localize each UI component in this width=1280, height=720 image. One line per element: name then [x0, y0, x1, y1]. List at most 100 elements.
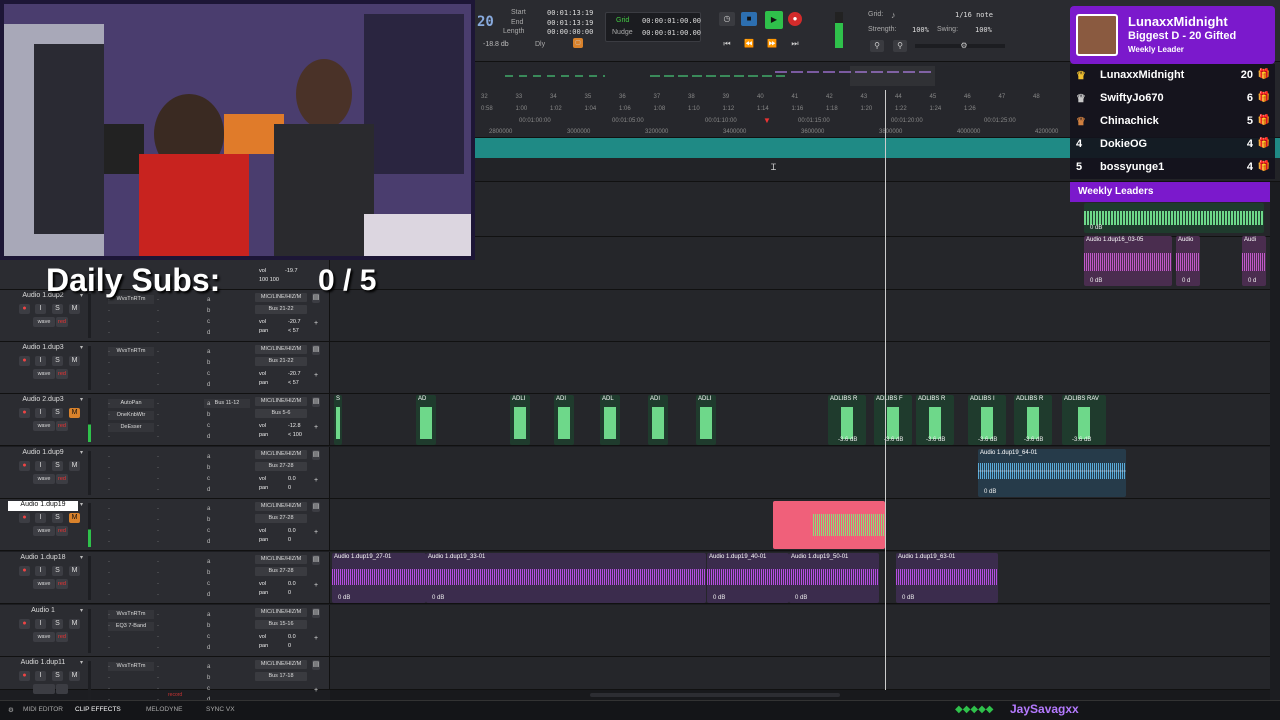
pan-value[interactable]: 0 — [288, 643, 291, 649]
add-lane-icon[interactable]: + — [312, 634, 320, 644]
partial-pan-value[interactable]: 100 100 — [259, 277, 279, 283]
fast-forward-icon[interactable]: ⏩ — [764, 37, 780, 51]
solo-button[interactable]: S — [52, 304, 63, 314]
view-selector[interactable]: wave — [33, 632, 55, 642]
clip-purple[interactable]: Audio 1.dup19_40-01 0 dB — [707, 553, 789, 603]
automation-icon[interactable]: ▤ — [312, 608, 320, 618]
strength-value[interactable]: 100% — [912, 26, 929, 34]
clip-adlib[interactable]: ADLIBS R -3.6 dB — [916, 395, 954, 445]
clip-adlib[interactable]: ADL — [600, 395, 620, 445]
scroll-thumb[interactable] — [590, 693, 840, 697]
grid-value[interactable]: 00:00:01:00.00 — [642, 17, 701, 25]
clip-adlib[interactable]: ADI — [554, 395, 574, 445]
pan-value[interactable]: < 100 — [288, 432, 302, 438]
track-name[interactable]: Audio 1.dup18 — [8, 554, 78, 564]
input-selector[interactable]: MIC/LINE/HIZ/M — [255, 293, 307, 302]
clip-purple[interactable]: Audio 1.dup19_33-01 0 dB — [426, 553, 706, 603]
pan-value[interactable]: < 57 — [288, 380, 299, 386]
track-name[interactable]: Audio 1 — [8, 607, 78, 617]
input-monitor-button[interactable]: I — [35, 513, 46, 523]
track-name[interactable]: Audio 2.dup3 — [8, 396, 78, 406]
length-value[interactable]: 00:00:00:00 — [547, 28, 593, 36]
input-monitor-button[interactable]: I — [35, 408, 46, 418]
pan-value[interactable]: 0 — [288, 537, 291, 543]
output-selector[interactable]: Bus 21-22 — [255, 357, 307, 366]
solo-button[interactable]: S — [52, 566, 63, 576]
loop-icon[interactable]: ▢ — [573, 38, 583, 48]
insert-slot[interactable]: DeEsser — [108, 423, 154, 432]
output-selector[interactable]: Bus 27-28 — [255, 514, 307, 523]
input-monitor-button[interactable]: I — [35, 671, 46, 681]
automation-icon[interactable]: ▤ — [312, 450, 320, 460]
input-selector[interactable]: MIC/LINE/HIZ/M — [255, 608, 307, 617]
start-value[interactable]: 00:01:13:19 — [547, 9, 593, 17]
view-selector[interactable]: wave — [33, 369, 55, 379]
record-enable-button[interactable]: ● — [19, 356, 30, 366]
main-counter[interactable]: 20 — [477, 14, 494, 30]
clip-top-right-pink-3[interactable]: Audi 0 d — [1242, 236, 1266, 286]
automation-icon[interactable]: ▤ — [312, 660, 320, 670]
clip-adlib[interactable]: ADLI — [696, 395, 716, 445]
clip-top-right-pink-2[interactable]: Audio 0 d — [1176, 236, 1200, 286]
clip-purple[interactable]: Audio 1.dup19_63-01 0 dB — [896, 553, 998, 603]
zoom-in-icon[interactable]: ⚲ — [870, 40, 884, 52]
bottom-gear-icon[interactable]: ⚙ — [8, 706, 14, 714]
partial-vol-value[interactable]: -19.7 — [285, 268, 298, 274]
mute-button[interactable]: M — [69, 408, 80, 418]
rewind-icon[interactable]: ⏪ — [741, 37, 757, 51]
add-lane-icon[interactable]: + — [312, 423, 320, 433]
mute-button[interactable]: M — [69, 566, 80, 576]
clip-adlib[interactable]: ADLIBS RAV -3.6 dB — [1062, 395, 1106, 445]
input-selector[interactable]: MIC/LINE/HIZ/M — [255, 502, 307, 511]
insert-slot[interactable]: AutoPan — [108, 399, 154, 408]
add-lane-icon[interactable]: + — [312, 528, 320, 538]
view-selector[interactable]: wave — [33, 317, 55, 327]
input-selector[interactable]: MIC/LINE/HIZ/M — [255, 450, 307, 459]
clip-blue[interactable]: Audio 1.dup19_64-01 0 dB — [978, 449, 1126, 497]
tab-clip-effects[interactable]: CLIP EFFECTS — [75, 706, 121, 713]
record-enable-button[interactable]: ● — [19, 408, 30, 418]
input-selector[interactable]: MIC/LINE/HIZ/M — [255, 660, 307, 669]
swing-value[interactable]: 100% — [975, 26, 992, 34]
tab-midi-editor[interactable]: MIDI EDITOR — [23, 706, 63, 713]
input-selector[interactable]: MIC/LINE/HIZ/M — [255, 345, 307, 354]
solo-button[interactable]: S — [52, 408, 63, 418]
zoom-out-icon[interactable]: ⚲ — [893, 40, 907, 52]
mute-button[interactable]: M — [69, 513, 80, 523]
mute-button[interactable]: M — [69, 304, 80, 314]
clip-adlib[interactable]: S — [334, 395, 342, 445]
clip-purple[interactable]: Audio 1.dup19_50-01 0 dB — [789, 553, 879, 603]
insert-slot[interactable]: WvsTnRTm — [108, 610, 154, 619]
volume-value[interactable]: 0.0 — [288, 528, 296, 534]
add-lane-icon[interactable]: + — [312, 581, 320, 591]
input-monitor-button[interactable]: I — [35, 356, 46, 366]
clip-top-right-pink-1[interactable]: Audio 1.dup16_03-05 0 dB — [1084, 236, 1172, 286]
input-monitor-button[interactable]: I — [35, 619, 46, 629]
output-selector[interactable]: Bus 27-28 — [255, 567, 307, 576]
play-icon[interactable]: ▶ — [765, 11, 783, 29]
insert-slot[interactable]: WvsTnRTm — [108, 662, 154, 671]
solo-button[interactable]: S — [52, 513, 63, 523]
input-monitor-button[interactable]: I — [35, 461, 46, 471]
record-enable-button[interactable]: ● — [19, 304, 30, 314]
output-selector[interactable]: Bus 15-16 — [255, 620, 307, 629]
nudge-value[interactable]: 00:00:01:00.00 — [642, 29, 701, 37]
input-monitor-button[interactable]: I — [35, 566, 46, 576]
record-enable-button[interactable]: ● — [19, 513, 30, 523]
timebase-selector[interactable]: red — [56, 632, 68, 642]
solo-button[interactable]: S — [52, 461, 63, 471]
automation-icon[interactable]: ▤ — [312, 397, 320, 407]
output-selector[interactable]: Bus 5-6 — [255, 409, 307, 418]
add-lane-icon[interactable]: + — [312, 476, 320, 486]
view-selector[interactable]: wave — [33, 526, 55, 536]
output-selector[interactable]: Bus 27-28 — [255, 462, 307, 471]
record-enable-button[interactable]: ● — [19, 461, 30, 471]
clip-adlib[interactable]: AD — [416, 395, 436, 445]
vertical-scrollbar[interactable] — [1270, 182, 1280, 690]
input-monitor-button[interactable]: I — [35, 304, 46, 314]
playhead[interactable] — [885, 90, 886, 690]
record-enable-button[interactable]: ● — [19, 671, 30, 681]
grid2-value[interactable]: 1/16 note — [955, 11, 993, 19]
view-selector[interactable] — [33, 684, 55, 694]
clip-adlib[interactable]: ADLI — [510, 395, 530, 445]
